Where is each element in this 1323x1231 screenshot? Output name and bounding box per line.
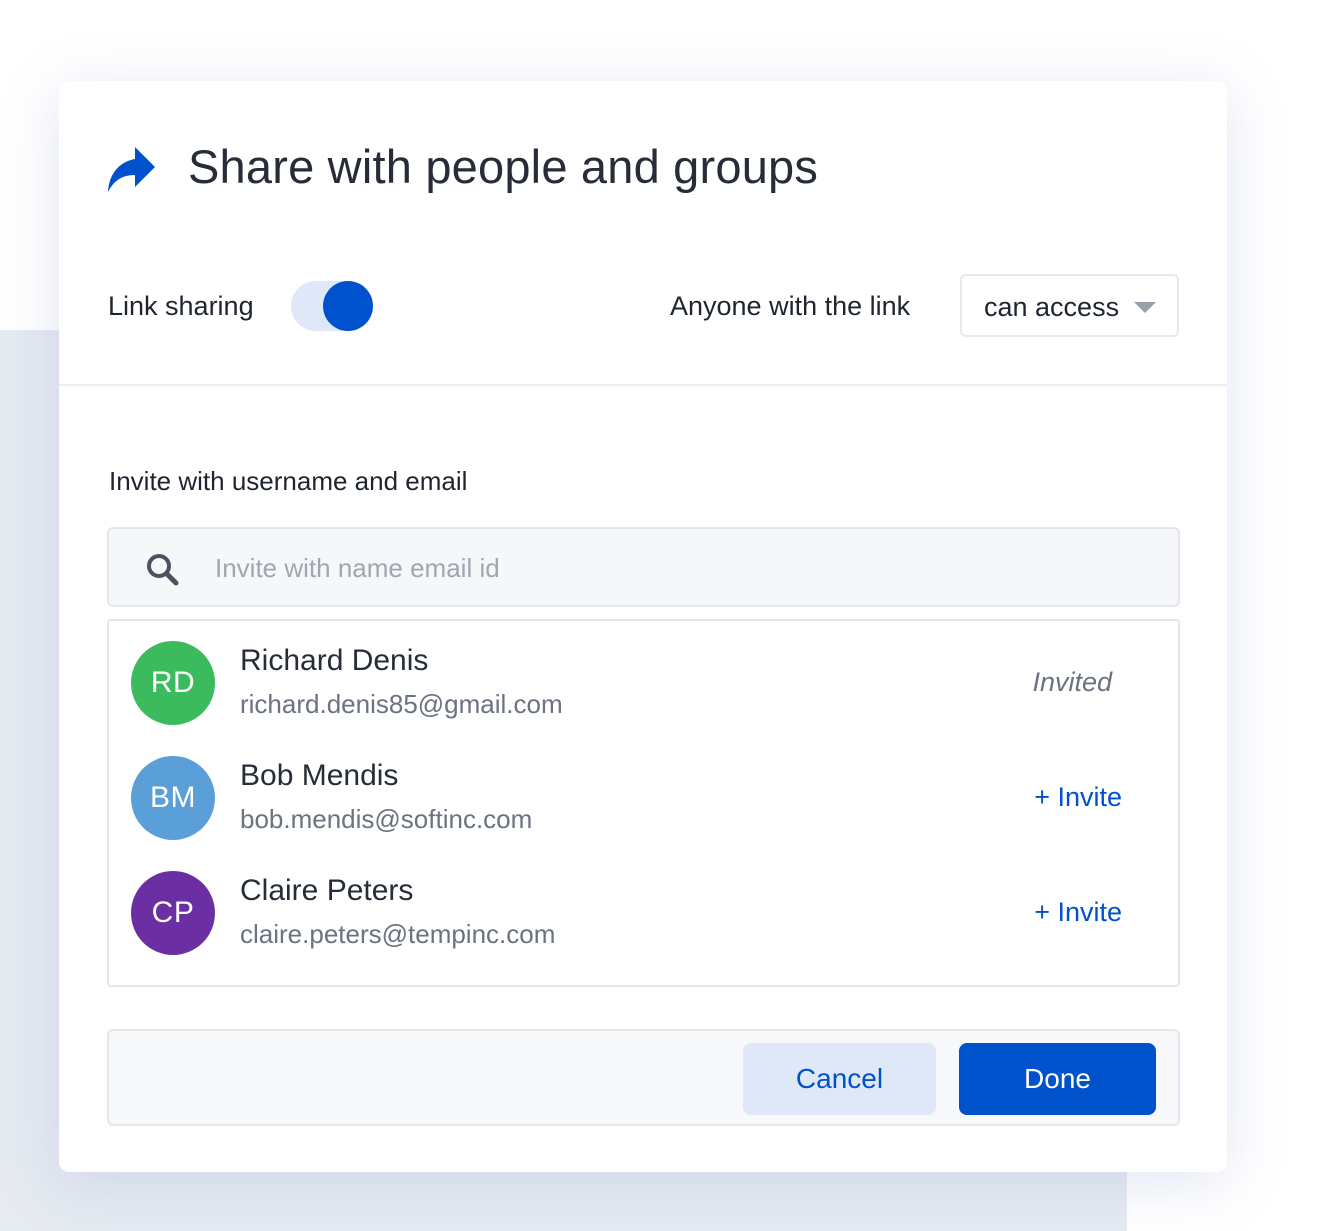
person-email: claire.peters@tempinc.com bbox=[240, 919, 556, 949]
list-item: CP Claire Peters claire.peters@tempinc.c… bbox=[109, 871, 1178, 981]
person-name: Claire Peters bbox=[240, 874, 414, 907]
person-email: bob.mendis@softinc.com bbox=[240, 804, 533, 834]
person-email: richard.denis85@gmail.com bbox=[240, 689, 563, 719]
link-sharing-label: Link sharing bbox=[108, 291, 254, 321]
link-sharing-toggle[interactable] bbox=[291, 281, 373, 331]
dialog-title: Share with people and groups bbox=[188, 140, 819, 193]
share-dialog: Share with people and groups Link sharin… bbox=[59, 81, 1227, 1172]
people-list: RD Richard Denis richard.denis85@gmail.c… bbox=[107, 619, 1180, 987]
search-icon bbox=[147, 554, 179, 586]
section-divider bbox=[59, 384, 1227, 386]
access-level-select[interactable]: can access bbox=[960, 274, 1179, 337]
dialog-footer: Cancel Done bbox=[107, 1029, 1180, 1126]
search-input[interactable] bbox=[215, 543, 1155, 593]
invite-heading: Invite with username and email bbox=[109, 466, 468, 496]
list-item: BM Bob Mendis bob.mendis@softinc.com + I… bbox=[109, 756, 1178, 866]
access-level-value: can access bbox=[984, 292, 1120, 322]
avatar: BM bbox=[131, 756, 215, 840]
invite-button[interactable]: + Invite bbox=[1034, 897, 1122, 928]
chevron-down-icon bbox=[1134, 302, 1156, 313]
person-name: Bob Mendis bbox=[240, 759, 399, 792]
audience-label: Anyone with the link bbox=[670, 291, 911, 321]
search-box[interactable] bbox=[107, 527, 1180, 607]
toggle-knob bbox=[323, 281, 373, 331]
avatar: RD bbox=[131, 641, 215, 725]
list-item: RD Richard Denis richard.denis85@gmail.c… bbox=[109, 641, 1178, 751]
person-name: Richard Denis bbox=[240, 644, 429, 677]
invited-status: Invited bbox=[1032, 667, 1112, 697]
dialog-header: Share with people and groups bbox=[59, 81, 1227, 261]
invite-button[interactable]: + Invite bbox=[1034, 782, 1122, 813]
cancel-button[interactable]: Cancel bbox=[743, 1043, 936, 1115]
done-button[interactable]: Done bbox=[959, 1043, 1156, 1115]
share-arrow-icon bbox=[108, 147, 155, 192]
avatar: CP bbox=[131, 871, 215, 955]
